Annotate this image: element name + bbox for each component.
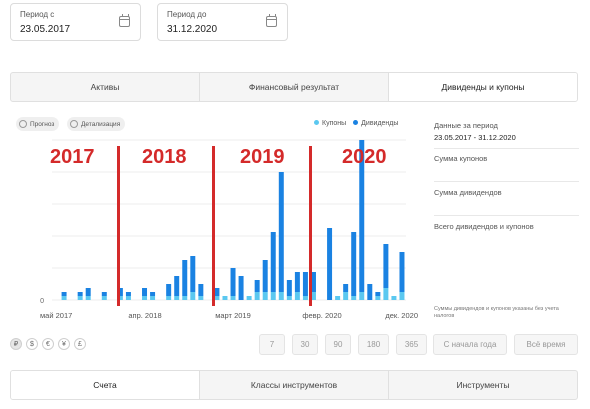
- bar-coupons: [214, 296, 220, 300]
- bar-coupons: [286, 296, 292, 300]
- bar-dividends: [262, 260, 268, 292]
- bar-coupons: [246, 296, 252, 300]
- bar-dividends: [230, 268, 236, 296]
- year-annotation-2017: 2017: [50, 146, 95, 168]
- bar-coupons: [383, 288, 389, 300]
- bar-coupons: [262, 292, 268, 300]
- bar-coupons: [343, 292, 349, 300]
- bar-coupons: [198, 296, 204, 300]
- year-divider-2020: [309, 146, 312, 306]
- year-divider-2019: [212, 146, 215, 306]
- y-tick-label: 0: [40, 298, 44, 305]
- bar-dividends: [278, 172, 284, 292]
- bar-coupons: [174, 296, 180, 300]
- bar-dividends: [270, 232, 276, 292]
- bar-dividends: [182, 260, 188, 296]
- x-tick-label: февр. 2020: [302, 311, 341, 320]
- bar-dividends: [254, 280, 260, 292]
- bar-dividends: [286, 280, 292, 296]
- bar-dividends: [166, 284, 172, 296]
- x-tick-label: апр. 2018: [128, 311, 161, 320]
- breakdown-tabs: Счета Классы инструментов Инструменты: [10, 370, 578, 400]
- period-90-button[interactable]: 90: [325, 334, 351, 355]
- bar-dividends: [142, 288, 148, 296]
- bar-coupons: [190, 292, 196, 300]
- bar-coupons: [399, 292, 405, 300]
- currency-eur-button[interactable]: €: [42, 338, 54, 350]
- bar-dividends: [399, 252, 405, 292]
- bar-coupons: [125, 296, 131, 300]
- bar-coupons: [101, 296, 107, 300]
- currency-rub-button[interactable]: ₽: [10, 338, 22, 350]
- period-all-button[interactable]: Всё время: [514, 334, 578, 355]
- divider: [434, 148, 579, 149]
- bar-coupons: [254, 292, 260, 300]
- dividends-sum-label: Сумма дивидендов: [434, 188, 502, 197]
- bar-coupons: [166, 296, 172, 300]
- bar-dividends: [61, 292, 67, 296]
- bar-dividends: [101, 292, 107, 296]
- bar-coupons: [77, 296, 83, 300]
- bar-dividends: [343, 284, 349, 292]
- bar-dividends: [383, 244, 389, 288]
- x-tick-label: дек. 2020: [385, 311, 418, 320]
- bar-coupons: [230, 296, 236, 300]
- x-tick-label: март 2019: [215, 311, 251, 320]
- bar-coupons: [270, 292, 276, 300]
- bar-dividends: [351, 232, 357, 296]
- bar-dividends: [85, 288, 91, 296]
- year-divider-2018: [117, 146, 120, 306]
- x-tick-label: май 2017: [40, 311, 72, 320]
- currency-jpy-button[interactable]: ¥: [58, 338, 70, 350]
- year-annotation-2020: 2020: [342, 146, 387, 168]
- year-annotation-2018: 2018: [142, 146, 187, 168]
- bar-coupons: [85, 296, 91, 300]
- tab-accounts[interactable]: Счета: [11, 371, 200, 399]
- bar-dividends: [238, 276, 244, 300]
- period-summary-value: 23.05.2017 - 31.12.2020: [434, 133, 516, 142]
- period-ytd-button[interactable]: С начала года: [433, 334, 507, 355]
- bar-dividends: [190, 256, 196, 292]
- bar-coupons: [359, 292, 365, 300]
- bar-dividends: [294, 272, 300, 292]
- bar-coupons: [278, 292, 284, 300]
- period-180-button[interactable]: 180: [358, 334, 389, 355]
- divider: [434, 215, 579, 216]
- bar-coupons: [294, 292, 300, 300]
- bar-coupons: [391, 296, 397, 300]
- bar-dividends: [302, 272, 308, 296]
- bar-dividends: [125, 292, 131, 296]
- currency-usd-button[interactable]: $: [26, 338, 38, 350]
- coupons-sum-label: Сумма купонов: [434, 154, 488, 163]
- currency-gbp-button[interactable]: £: [74, 338, 86, 350]
- year-annotation-2019: 2019: [240, 146, 285, 168]
- bar-dividends: [198, 284, 204, 296]
- bar-coupons: [182, 296, 188, 300]
- bar-coupons: [375, 296, 381, 300]
- bar-dividends: [367, 284, 373, 300]
- period-7-button[interactable]: 7: [259, 334, 285, 355]
- tab-instruments[interactable]: Инструменты: [389, 371, 577, 399]
- bar-coupons: [150, 296, 156, 300]
- bar-dividends: [375, 292, 381, 296]
- bar-coupons: [302, 296, 308, 300]
- tax-note: Суммы дивидендов и купонов указаны без у…: [434, 306, 559, 319]
- bar-dividends: [174, 276, 180, 296]
- period-365-button[interactable]: 365: [396, 334, 427, 355]
- total-sum-label: Всего дивидендов и купонов: [434, 222, 534, 231]
- bar-dividends: [77, 292, 83, 296]
- bar-dividends: [327, 228, 333, 300]
- bar-dividends: [214, 288, 220, 296]
- bar-coupons: [61, 296, 67, 300]
- period-30-button[interactable]: 30: [292, 334, 318, 355]
- period-summary-label: Данные за период: [434, 121, 498, 130]
- bar-coupons: [335, 296, 341, 300]
- tab-instrument-classes[interactable]: Классы инструментов: [200, 371, 389, 399]
- bar-coupons: [142, 296, 148, 300]
- divider: [434, 181, 579, 182]
- bar-coupons: [222, 296, 228, 300]
- bar-dividends: [150, 292, 156, 296]
- bar-coupons: [351, 296, 357, 300]
